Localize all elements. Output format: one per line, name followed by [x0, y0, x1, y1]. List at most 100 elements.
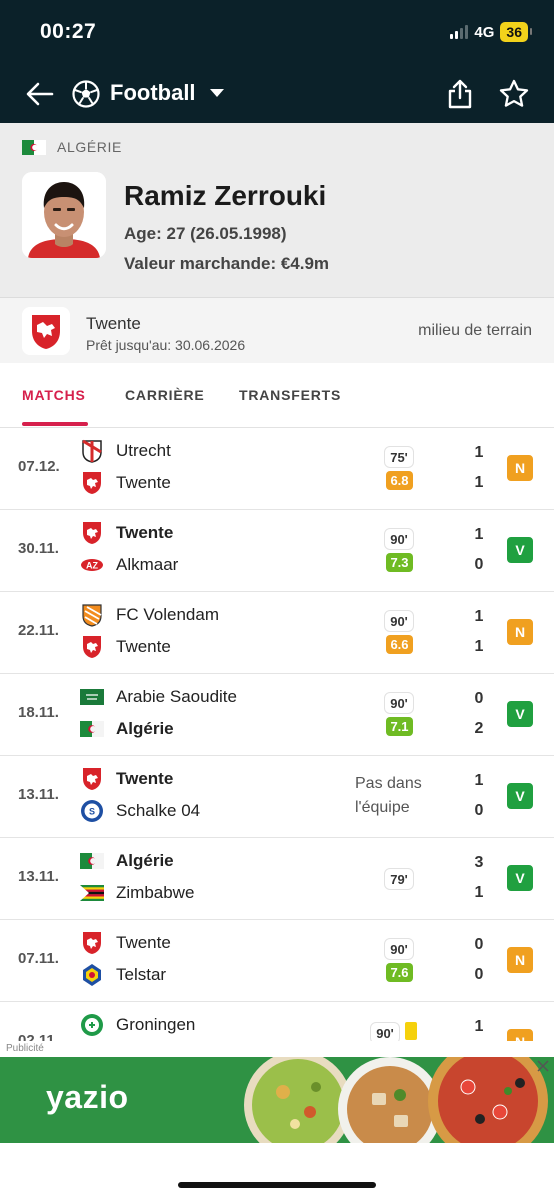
home-team-name: Groningen: [116, 1015, 196, 1034]
battery-indicator: 36: [500, 22, 532, 42]
club-name: Twente: [86, 314, 141, 333]
player-name: Ramiz Zerrouki: [124, 180, 327, 211]
match-row[interactable]: 22.11. FC Volendam Twente 90' 6.6 1 1 N: [0, 592, 554, 674]
result-badge: N: [507, 619, 533, 645]
home-team-name: Twente: [116, 523, 174, 542]
away-team: Twente: [80, 471, 171, 495]
status-indicators: 4G 36: [450, 22, 532, 42]
player-rating: 6.6: [386, 635, 413, 654]
ad-info-icon[interactable]: [536, 1059, 550, 1073]
not-in-squad-label: Pas dans l'équipe: [355, 775, 422, 816]
match-date: 07.12.: [18, 458, 60, 475]
home-score: 3: [474, 854, 484, 871]
player-rating: 6.8: [386, 471, 413, 490]
home-team: Utrecht: [80, 439, 171, 463]
zimbabwe-flag-icon: [80, 881, 104, 905]
minutes-played: 90': [384, 610, 414, 632]
match-date: 07.11.: [18, 950, 59, 967]
home-score: 1: [474, 772, 484, 789]
home-team-name: Arabie Saoudite: [116, 687, 237, 706]
share-icon[interactable]: [446, 78, 474, 110]
match-row[interactable]: 18.11. Arabie Saoudite Algérie 90' 7.1 0…: [0, 674, 554, 756]
tab-transferts[interactable]: TRANSFERTS: [239, 387, 341, 403]
match-date: 13.11.: [18, 786, 59, 803]
match-date: 30.11.: [18, 540, 59, 557]
telstar-logo-icon: [80, 963, 104, 987]
twente-logo-icon: [80, 635, 104, 659]
home-team: Algérie: [80, 849, 174, 873]
utrecht-logo-icon: [80, 439, 104, 463]
minutes-played: 75': [384, 446, 414, 468]
player-position: milieu de terrain: [418, 322, 532, 339]
yellow-card-icon: [405, 1022, 417, 1040]
match-row[interactable]: 30.11. Twente AZ Alkmaar 90' 7.3 1 0 V: [0, 510, 554, 592]
player-rating: 7.1: [386, 717, 413, 736]
signal-icon: [450, 25, 469, 39]
match-row[interactable]: 13.11. Algérie Zimbabwe 79' 3 1 V: [0, 838, 554, 920]
minutes-played: 90': [384, 692, 414, 714]
result-badge: V: [507, 783, 533, 809]
ad-label: Publicité: [0, 1041, 554, 1057]
away-score: 2: [474, 720, 484, 737]
football-icon: [72, 80, 100, 108]
home-score: 0: [474, 936, 484, 953]
network-type: 4G: [474, 23, 495, 41]
away-score: 0: [474, 556, 484, 573]
home-team-name: FC Volendam: [116, 605, 219, 624]
match-date: 13.11.: [18, 868, 59, 885]
twente-logo-icon: [80, 767, 104, 791]
match-date: 22.11.: [18, 622, 59, 639]
ad-banner[interactable]: yazio: [0, 1057, 554, 1143]
match-row[interactable]: 07.11. Twente Telstar 90' 7.6 0 0 N: [0, 920, 554, 1002]
home-score: 0: [474, 690, 484, 707]
player-rating: 7.3: [386, 553, 413, 572]
result-badge: N: [507, 947, 533, 973]
home-team: Groningen: [80, 1013, 195, 1037]
caret-down-icon[interactable]: [208, 84, 226, 102]
player-rating: 7.6: [386, 963, 413, 982]
home-score: 1: [474, 1018, 484, 1035]
home-team-name: Twente: [116, 933, 171, 952]
home-team: Twente: [80, 521, 173, 545]
schalke-logo-icon: S: [80, 799, 104, 823]
away-team-name: Zimbabwe: [116, 883, 195, 902]
algeria-flag-icon: [80, 849, 104, 873]
away-team: Algérie: [80, 717, 174, 741]
twente-logo-icon: [80, 931, 104, 955]
away-team: Zimbabwe: [80, 881, 194, 905]
tab-bar: MATCHS CARRIÈRE TRANSFERTS: [0, 363, 554, 428]
away-team-name: Algérie: [116, 719, 174, 738]
home-indicator[interactable]: [178, 1182, 376, 1188]
match-row[interactable]: 13.11. Twente S Schalke 04 Pas dans l'éq…: [0, 756, 554, 838]
groningen-logo-icon: [80, 1013, 104, 1037]
tab-matchs[interactable]: MATCHS: [22, 387, 86, 403]
sport-selector[interactable]: Football: [110, 80, 196, 106]
active-tab-indicator: [22, 422, 88, 426]
away-team: Telstar: [80, 963, 166, 987]
club-row[interactable]: Twente Prêt jusqu'au: 30.06.2026 milieu …: [0, 297, 554, 363]
away-team-name: Twente: [116, 473, 171, 492]
svg-text:S: S: [89, 807, 95, 817]
saudi-arabia-flag-icon: [80, 685, 104, 709]
favorite-star-icon[interactable]: [498, 78, 530, 110]
result-badge: V: [507, 537, 533, 563]
player-avatar: [22, 172, 106, 258]
away-score: 0: [474, 802, 484, 819]
away-team: S Schalke 04: [80, 799, 200, 823]
alkmaar-logo-icon: AZ: [80, 553, 104, 577]
away-team: AZ Alkmaar: [80, 553, 178, 577]
home-team-name: Algérie: [116, 851, 174, 870]
minutes-played: 90': [384, 528, 414, 550]
home-team: FC Volendam: [80, 603, 219, 627]
home-team-name: Utrecht: [116, 441, 171, 460]
back-arrow-icon[interactable]: [24, 78, 56, 110]
player-country[interactable]: ALGÉRIE: [57, 139, 122, 155]
minutes-played: 90': [384, 938, 414, 960]
match-row[interactable]: 07.12. Utrecht Twente 75' 6.8 1 1 N: [0, 428, 554, 510]
home-team-name: Twente: [116, 769, 174, 788]
home-score: 1: [474, 608, 484, 625]
home-score: 1: [474, 526, 484, 543]
tab-carriere[interactable]: CARRIÈRE: [125, 387, 205, 403]
twente-logo-icon: [80, 521, 104, 545]
status-time: 00:27: [40, 20, 97, 43]
